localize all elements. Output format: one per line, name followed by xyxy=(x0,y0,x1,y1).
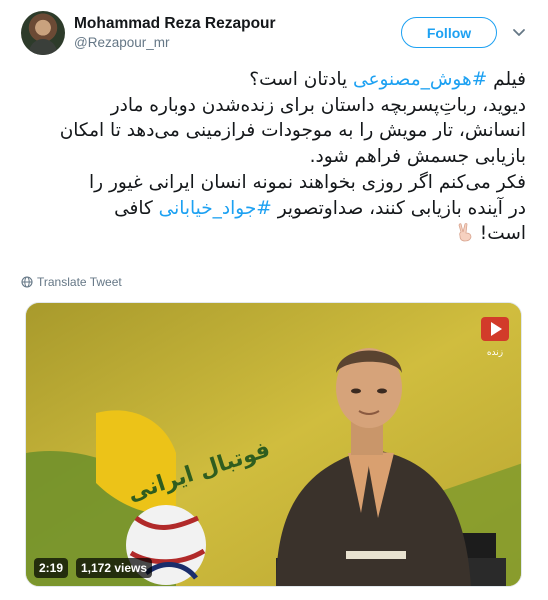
avatar[interactable] xyxy=(21,11,65,55)
tweet-text-segment: یادتان است؟ xyxy=(249,69,354,90)
video-frame: فوتبال ایرانی زنده xyxy=(26,303,521,586)
tweet-text-line: فکر می‌کنم اگر روزی بخواهند نمونه انسان … xyxy=(26,170,526,196)
chevron-down-icon[interactable] xyxy=(512,28,526,38)
tweet-text-segment: دیوید، رباتِ‌پسربچه داستان برای زنده‌شدن… xyxy=(110,94,526,116)
video-duration-badge: 2:19 xyxy=(34,558,69,578)
tweet-text-line: است! xyxy=(26,221,526,247)
hashtag-link[interactable]: #هوش_مصنوعی xyxy=(353,69,487,90)
victory-hand-icon xyxy=(458,223,472,242)
tweet-text-segment: بازیابی جسمش فراهم شود. xyxy=(309,146,526,168)
tweet-text-segment: فکر می‌کنم اگر روزی بخواهند نمونه انسان … xyxy=(88,171,526,193)
tweet-card: Mohammad Reza Rezapour @Rezapour_mr Foll… xyxy=(0,0,548,600)
translate-tweet-link[interactable]: Translate Tweet xyxy=(21,275,122,289)
tweet-text-segment: در آینده بازیابی کنند، صداوتصویر xyxy=(271,197,526,219)
globe-icon xyxy=(21,276,33,288)
user-handle[interactable]: @Rezapour_mr xyxy=(74,35,170,50)
tweet-text-line: فیلم #هوش_مصنوعی یادتان است؟ xyxy=(26,67,526,93)
hashtag-link[interactable]: #جواد_خیابانی xyxy=(159,198,272,219)
tweet-text-line: دیوید، رباتِ‌پسربچه داستان برای زنده‌شدن… xyxy=(26,93,526,119)
tweet-text-line: انسانش، تار مویش را به موجودات فرازمینی … xyxy=(26,118,526,144)
channel-label: زنده xyxy=(487,348,503,358)
tweet-text-segment: انسانش، تار مویش را به موجودات فرازمینی … xyxy=(59,120,526,142)
tweet-text: فیلم #هوش_مصنوعی یادتان است؟ دیوید، رباتِ… xyxy=(26,67,526,247)
tweet-text-line: در آینده بازیابی کنند، صداوتصویر #جواد_خ… xyxy=(26,196,526,222)
tweet-text-segment: است! xyxy=(473,223,526,245)
tweet-text-line: بازیابی جسمش فراهم شود. xyxy=(26,144,526,170)
follow-button[interactable]: Follow xyxy=(401,17,497,48)
display-name[interactable]: Mohammad Reza Rezapour xyxy=(74,15,276,33)
tweet-text-segment: فیلم xyxy=(487,69,526,90)
video-views-badge: 1,172 views xyxy=(76,558,153,578)
translate-label: Translate Tweet xyxy=(37,275,122,289)
video-player[interactable]: فوتبال ایرانی زنده 2:19 1,172 views xyxy=(25,302,522,587)
tweet-text-segment: کافی xyxy=(114,197,159,219)
